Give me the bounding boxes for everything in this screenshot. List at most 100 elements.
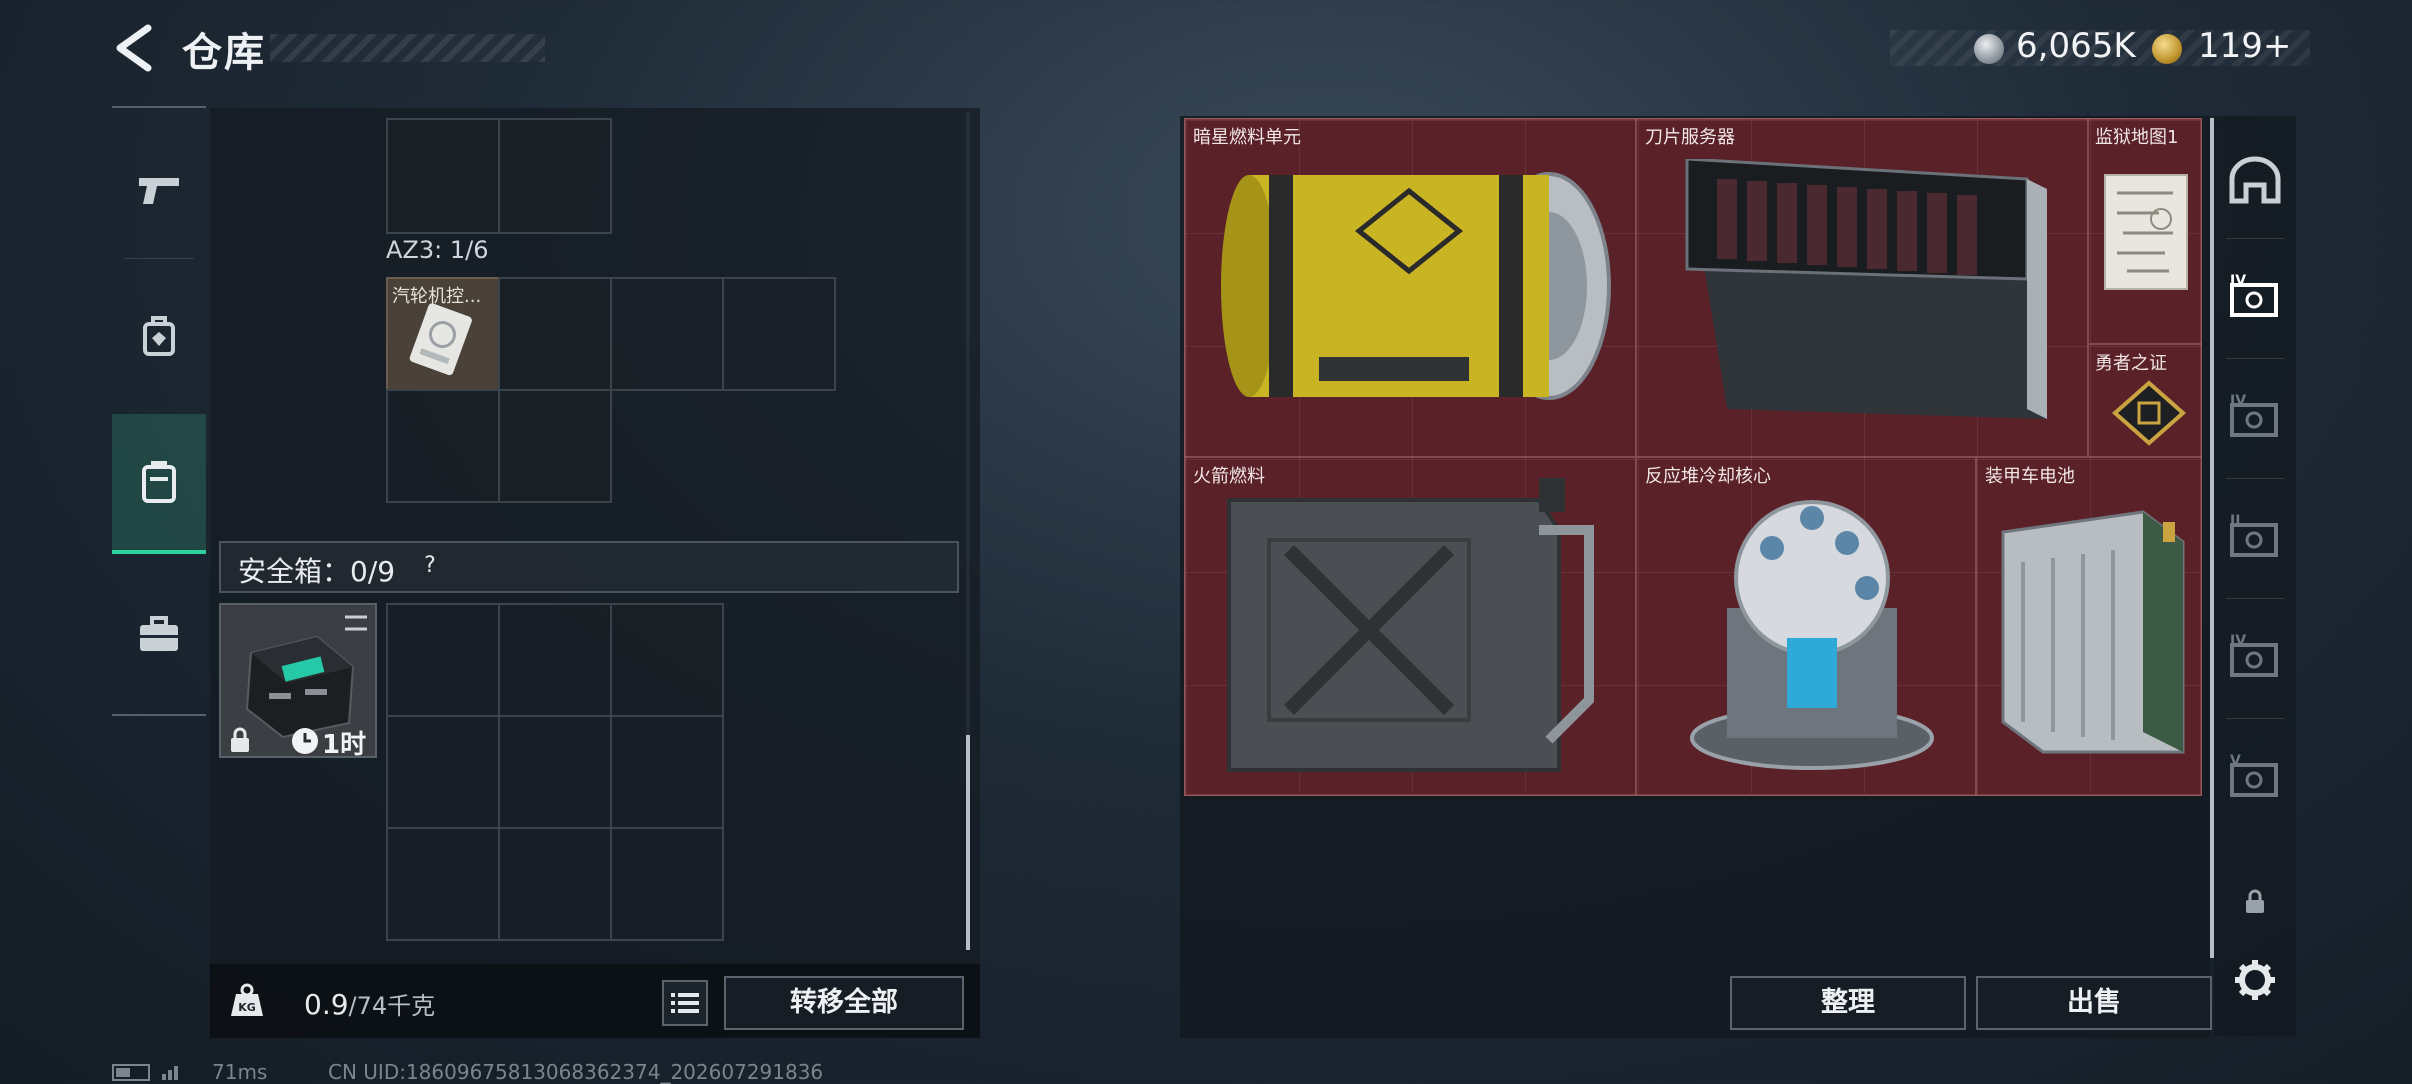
- safe-box-duration: 1时: [322, 730, 367, 760]
- tab-safe-iv[interactable]: IV: [2214, 370, 2296, 462]
- safe-ii-icon: II: [2230, 513, 2278, 557]
- grid-cell[interactable]: [498, 277, 612, 391]
- stash-item-name: 暗星燃料单元: [1193, 127, 1301, 148]
- safe-grid-cell[interactable]: [498, 827, 612, 941]
- pistol-icon: [139, 178, 179, 204]
- clock-icon: [290, 726, 320, 760]
- back-button[interactable]: [112, 24, 156, 72]
- rail-divider: [2226, 238, 2284, 239]
- grid-cell[interactable]: [610, 277, 724, 391]
- rail-item-containers[interactable]: [112, 414, 206, 554]
- settings-icon: [2235, 960, 2275, 1000]
- svg-text:V: V: [2230, 753, 2241, 769]
- az3-capacity-label: AZ3: 1/6: [386, 236, 489, 264]
- list-view-button[interactable]: [662, 980, 708, 1026]
- stash-item-dark-star-fuel[interactable]: 暗星燃料单元: [1184, 118, 1636, 457]
- grid-cell[interactable]: [498, 118, 612, 234]
- list-icon: [671, 993, 699, 1013]
- tab-all-storage[interactable]: [2214, 134, 2296, 226]
- stash-item-vehicle-battery[interactable]: 装甲车电池: [1976, 457, 2202, 796]
- tab-safe-iv-2[interactable]: IV: [2214, 610, 2296, 702]
- safe-box-capacity: 安全箱：0/9: [238, 555, 396, 588]
- lock-icon: [2246, 889, 2264, 913]
- rail-divider: [2226, 598, 2284, 599]
- safe-grid-cell[interactable]: [498, 715, 612, 829]
- grid-cell[interactable]: [498, 389, 612, 503]
- tab-safe-iv-active[interactable]: IV: [2214, 250, 2296, 342]
- safe-grid-cell[interactable]: [386, 603, 500, 717]
- safe-grid-cell[interactable]: [386, 827, 500, 941]
- safe-grid-cell[interactable]: [610, 715, 724, 829]
- turbine-item-name: 汽轮机控...: [392, 286, 482, 307]
- grid-cell[interactable]: [722, 277, 836, 391]
- safe-iv-icon: IV: [2230, 633, 2278, 677]
- briefcase-icon: [140, 616, 178, 651]
- uid-readout: CN UID:1860967581306836237​4_20260729183…: [328, 1060, 824, 1084]
- svg-text:IV: IV: [2230, 273, 2246, 289]
- svg-text:IV: IV: [2230, 633, 2246, 649]
- transfer-all-button[interactable]: 转移全部: [724, 976, 964, 1030]
- rail-item-case[interactable]: [112, 588, 206, 680]
- loadout-scrollbar[interactable]: [966, 735, 970, 950]
- title-decoration: [270, 34, 545, 62]
- tab-safe-v[interactable]: V: [2214, 730, 2296, 822]
- rail-divider: [124, 258, 194, 259]
- battery-icon: [2001, 510, 2185, 754]
- backpack-icon: [143, 316, 175, 356]
- safe-grid-cell[interactable]: [386, 715, 500, 829]
- svg-text:II: II: [2230, 513, 2240, 529]
- back-arrow-icon: [116, 24, 152, 72]
- server-icon: [1685, 159, 2047, 419]
- sort-button[interactable]: 整理: [1730, 976, 1966, 1030]
- stash-item-rocket-fuel[interactable]: 火箭燃料: [1184, 457, 1636, 796]
- stash-item-hero-proof[interactable]: 勇者之证: [2088, 344, 2202, 457]
- silver-currency-amount: 6,065K: [2016, 26, 2136, 66]
- stash-item-name: 装甲车电池: [1985, 466, 2075, 487]
- help-icon[interactable]: ?: [414, 550, 446, 582]
- jerry-can-icon: [1227, 478, 1594, 772]
- rail-item-gear[interactable]: [112, 290, 206, 382]
- reactor-icon: [1690, 500, 1934, 770]
- page-title: 仓库: [182, 30, 266, 76]
- safe-grid-cell[interactable]: [498, 603, 612, 717]
- stash-item-prison-map[interactable]: 监狱地图1: [2088, 118, 2202, 344]
- rail-divider: [2226, 718, 2284, 719]
- rail-divider: [2226, 478, 2284, 479]
- safe-iv-icon: IV: [2230, 393, 2278, 437]
- stash-item-blade-server[interactable]: 刀片服务器: [1636, 118, 2088, 457]
- gold-coin-icon: [2152, 34, 2182, 64]
- safe-v-icon: V: [2230, 753, 2278, 797]
- stash-item-reactor-core[interactable]: 反应堆冷却核心: [1636, 457, 1976, 796]
- grid-cell[interactable]: [386, 389, 500, 503]
- fuel-canister-icon: [1221, 172, 1611, 400]
- map-document-icon: [2104, 174, 2188, 290]
- weight-readout: 0.9/74千克: [304, 986, 435, 1021]
- ping-readout: 71ms: [212, 1060, 268, 1084]
- weight-max: /74千克: [348, 992, 436, 1020]
- stash-item-name: 火箭燃料: [1193, 466, 1265, 487]
- weight-value: 0.9: [304, 988, 349, 1021]
- safe-iv-icon: IV: [2230, 273, 2278, 317]
- rail-item-weapons[interactable]: [112, 144, 206, 236]
- sell-button[interactable]: 出售: [1976, 976, 2212, 1030]
- container-icon: [142, 461, 176, 503]
- rail-divider: [2226, 358, 2284, 359]
- grid-cell[interactable]: [386, 118, 500, 234]
- map-icon: [2229, 156, 2281, 204]
- tab-safe-ii[interactable]: II: [2214, 490, 2296, 582]
- battery-status-icon: [112, 1062, 182, 1084]
- svg-text:KG: KG: [238, 1001, 256, 1014]
- gold-currency-amount[interactable]: 119+: [2198, 26, 2291, 66]
- settings-button[interactable]: [2214, 934, 2296, 1026]
- stash-item-name: 刀片服务器: [1645, 127, 1735, 148]
- stash-item-name: 勇者之证: [2095, 353, 2167, 374]
- stash-item-name: 反应堆冷却核心: [1645, 466, 1771, 487]
- svg-text:IV: IV: [2230, 393, 2246, 409]
- weight-icon: KG: [228, 982, 266, 1020]
- silver-coin-icon: [1974, 34, 2004, 64]
- stash-item-name: 监狱地图1: [2095, 127, 2179, 148]
- badge-icon: [2111, 380, 2187, 446]
- safe-grid-cell[interactable]: [610, 603, 724, 717]
- lock-icon: [228, 726, 252, 758]
- safe-grid-cell[interactable]: [610, 827, 724, 941]
